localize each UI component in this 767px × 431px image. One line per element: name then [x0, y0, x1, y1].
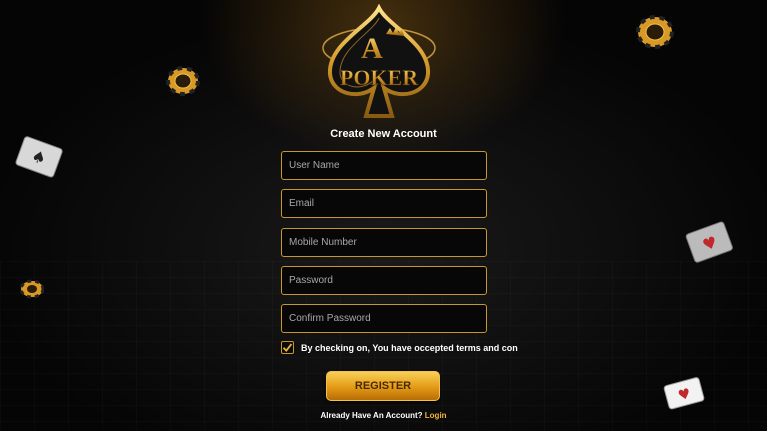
login-prompt-line: Already Have An Account? Login: [0, 411, 767, 420]
password-field[interactable]: [281, 266, 487, 295]
playing-card-icon: ♥: [663, 377, 705, 410]
logo-word: POKER: [340, 65, 419, 90]
email-field[interactable]: [281, 189, 487, 218]
login-link[interactable]: Login: [425, 411, 447, 420]
username-input[interactable]: [282, 152, 486, 179]
poker-chip-icon: [20, 279, 44, 299]
playing-card-icon: ♠: [15, 136, 63, 178]
username-field[interactable]: [281, 151, 487, 180]
poker-chip-icon: [636, 15, 674, 49]
form-title: Create New Account: [330, 128, 437, 140]
email-input[interactable]: [282, 190, 486, 217]
checkmark-icon: [282, 343, 293, 352]
confirm-password-input[interactable]: [282, 305, 486, 332]
poker-chip-icon: [166, 66, 200, 96]
mobile-field[interactable]: [281, 228, 487, 257]
playing-card-icon: ♥: [685, 221, 733, 263]
apoker-logo: A POKER: [322, 4, 436, 118]
terms-row: By checking on, You have occepted terms …: [281, 341, 518, 354]
mobile-input[interactable]: [282, 229, 486, 256]
logo-letter: A: [361, 32, 383, 65]
register-button[interactable]: REGISTER: [326, 371, 440, 401]
login-prompt: Already Have An Account?: [320, 411, 423, 420]
confirm-password-field[interactable]: [281, 304, 487, 333]
terms-text: By checking on, You have occepted terms …: [301, 342, 518, 353]
password-input[interactable]: [282, 267, 486, 294]
terms-checkbox[interactable]: [281, 341, 294, 354]
